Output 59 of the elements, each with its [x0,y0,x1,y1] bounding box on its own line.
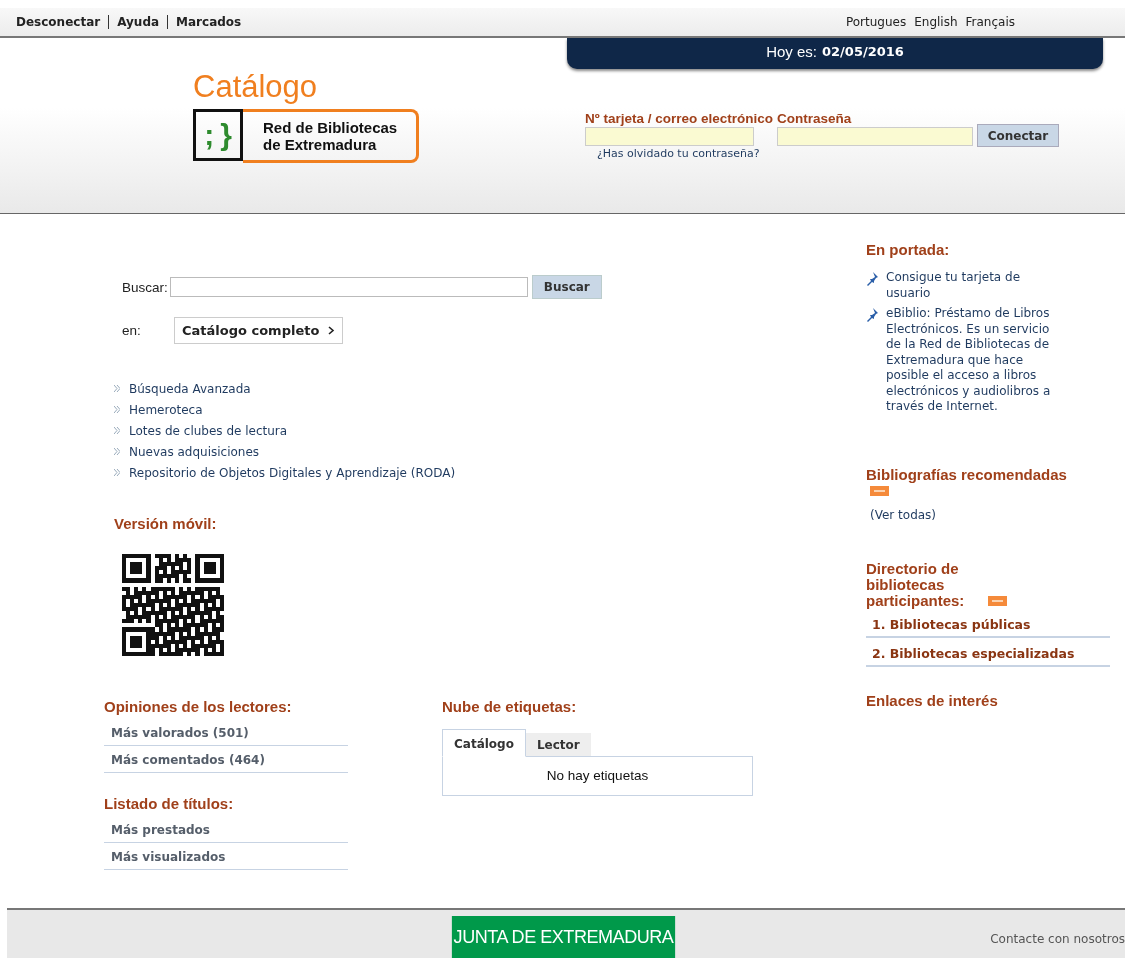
section-heading: En portada: [866,241,950,258]
search-field[interactable] [169,277,528,297]
bullet-icon [114,448,120,455]
rss-icon[interactable] [870,485,889,496]
section-heading: Bibliografías recomendadas [866,465,1067,483]
scope-selector[interactable]: Catálogo completo [174,317,344,344]
list-link[interactable]: Más visualizados [104,843,348,870]
chevron-icon [328,326,336,335]
news-link[interactable]: eBiblio: Préstamo de Libros Electrónicos. Es un servicio de la Red de Bibliotecas de Extremadura que hace posible el acceso a libros electrónicos y audiolibros a través de Internet. [886,306,1066,415]
section-heading: Directorio de bibliotecas participantes: [866,560,966,609]
field-label: Nº tarjeta / correo electrónico [585,111,773,126]
footer-logo: JUNTA DE EXTREMADURA [451,916,676,958]
contact-link[interactable]: Contacte con nosotros [990,932,1125,946]
language-link[interactable]: Portugues [845,15,907,29]
bullet-icon [114,385,120,392]
date-label: Hoy es: [766,43,817,60]
tab[interactable]: Catálogo [442,729,526,757]
search-link[interactable]: Búsqueda Avanzada [129,381,251,396]
top-nav-link[interactable]: Desconectar [16,15,109,29]
bullet-icon [114,469,120,476]
search-link[interactable]: Nuevas adquisiciones [129,444,260,459]
see-all-link[interactable]: (Ver todas) [870,507,937,522]
directory-link[interactable]: 1. Bibliotecas públicas [866,608,1110,638]
bullet-icon [114,427,120,434]
tab[interactable]: Lector [525,733,591,756]
section-heading: Opiniones de los lectores: [104,698,293,715]
pushpin-icon [866,308,878,322]
language-link[interactable]: English [914,15,958,29]
search-link[interactable]: Hemeroteca [129,402,203,417]
language-link[interactable]: Français [965,15,1015,29]
search-button[interactable]: Buscar [531,275,602,299]
list-link[interactable]: Más prestados [104,816,348,843]
section-heading: Versión móvil: [114,515,218,532]
section-heading: Nube de etiquetas: [442,698,578,715]
list-link[interactable]: Más comentados (464) [104,746,348,773]
search-link[interactable]: Repositorio de Objetos Digitales y Aprendizaje (RODA) [129,465,456,480]
news-link[interactable]: Consigue tu tarjeta de usuario [886,270,1066,301]
rss-icon[interactable] [988,595,1007,606]
section-heading: Listado de títulos: [104,795,235,812]
logo-name: Red de Bibliotecas de Extremadura [243,109,419,163]
search-link[interactable]: Lotes de clubes de lectura [129,423,288,438]
bullet-icon [114,406,120,413]
password-field[interactable] [777,127,973,146]
scope-label: en: [122,323,142,338]
top-nav-link[interactable]: Ayuda [108,15,168,29]
top-nav-link[interactable]: Marcados [167,15,250,29]
catalog-title: Catálogo [193,69,319,105]
logo-mark: ; } [193,109,243,161]
empty-message: No hay etiquetas [546,768,649,784]
pushpin-icon [866,272,878,286]
field-label: Contraseña [777,111,853,126]
directory-link[interactable]: 2. Bibliotecas especializadas [866,637,1110,667]
forgot-password-link[interactable]: ¿Has olvidado tu contraseña? [585,147,773,160]
card-number-field[interactable] [585,127,754,146]
list-link[interactable]: Más valorados (501) [104,719,348,746]
date-value: 02/05/2016 [822,44,904,59]
connect-button[interactable]: Conectar [977,124,1059,147]
section-heading: Enlaces de interés [866,691,998,709]
search-label: Buscar: [122,279,168,295]
